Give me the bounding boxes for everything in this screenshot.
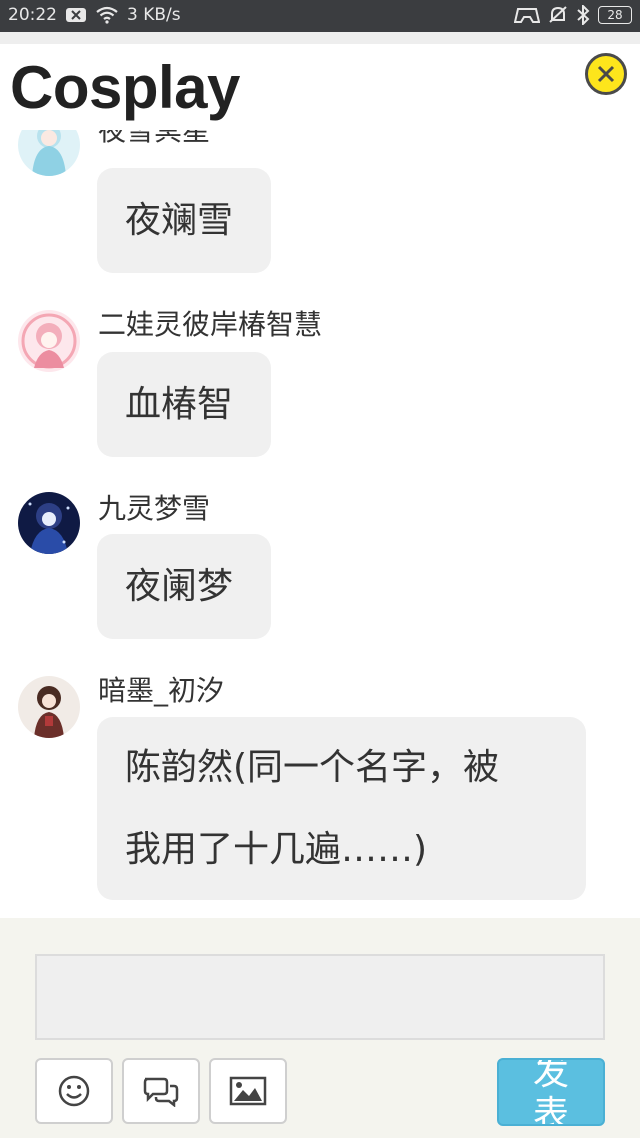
status-time: 20:22 [8, 5, 57, 25]
message-input[interactable] [35, 954, 605, 1040]
chat-bubbles-icon [143, 1077, 179, 1107]
send-button[interactable]: 发表 [497, 1058, 605, 1126]
composer: 发表 [0, 918, 640, 1138]
page-title: Cosplay [10, 54, 240, 121]
message-line: 我用了十几遍……) [125, 829, 428, 870]
sender-name: 暗墨_初汐 [98, 674, 225, 707]
emoji-button[interactable] [35, 1058, 113, 1124]
send-button-label: 发表 [532, 1058, 569, 1126]
close-icon [597, 65, 615, 83]
message-list[interactable]: 夜雪冥星 夜斓雪 二娃灵彼岸椿智慧 血椿智 九灵梦雪 夜阑梦 暗墨_初汐 陈韵然… [0, 130, 640, 918]
chat-button[interactable] [122, 1058, 200, 1124]
message-bubble: 夜阑梦 [97, 534, 271, 639]
top-divider [0, 32, 640, 44]
avatar[interactable] [18, 130, 80, 176]
wifi-icon [95, 6, 119, 24]
battery-indicator: 28 [598, 6, 632, 24]
image-icon [229, 1076, 267, 1106]
notification-icon [65, 7, 87, 23]
avatar[interactable] [18, 310, 80, 372]
bluetooth-icon [576, 5, 590, 25]
bell-muted-icon [548, 5, 568, 25]
message-line: 陈韵然(同一个名字，被 [125, 747, 500, 788]
sender-name: 夜雪冥星 [98, 130, 211, 147]
avatar[interactable] [18, 676, 80, 738]
chat-screen: 20:22 3 KB/s 28 Cosplay 夜雪冥星 夜斓雪 二娃灵彼岸椿智… [0, 0, 640, 1138]
avatar[interactable] [18, 492, 80, 554]
status-bar: 20:22 3 KB/s 28 [0, 0, 640, 32]
image-button[interactable] [209, 1058, 287, 1124]
sender-name: 二娃灵彼岸椿智慧 [98, 308, 323, 341]
gamepad-icon [514, 6, 540, 24]
close-button[interactable] [585, 53, 627, 95]
emoji-icon [58, 1075, 90, 1107]
net-speed: 3 KB/s [127, 5, 181, 25]
message-bubble: 陈韵然(同一个名字，被 我用了十几遍……) [97, 717, 586, 900]
sender-name: 九灵梦雪 [98, 492, 211, 525]
message-bubble: 夜斓雪 [97, 168, 271, 273]
message-bubble: 血椿智 [97, 352, 271, 457]
